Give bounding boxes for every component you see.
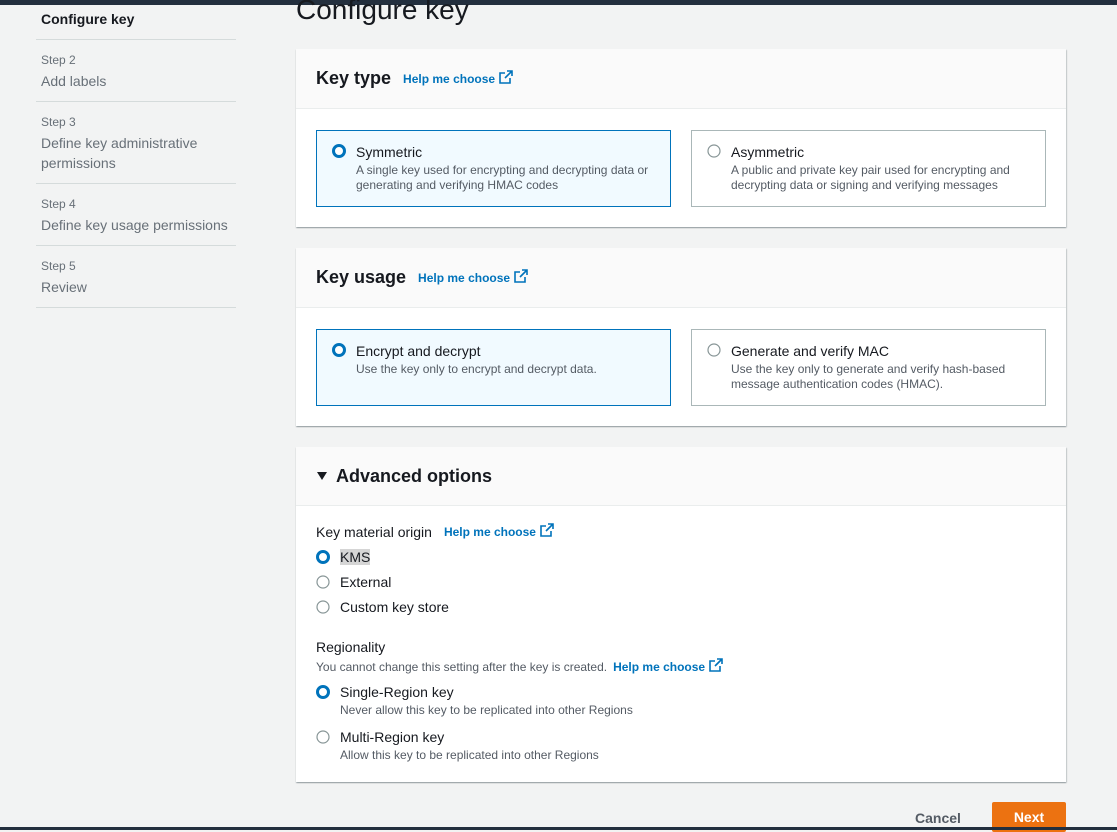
tile-label: Generate and verify MAC xyxy=(731,343,889,359)
tile-description: A public and private key pair used for e… xyxy=(731,163,1010,192)
origin-option-external[interactable]: External xyxy=(316,574,391,590)
option-description: Never allow this key to be replicated in… xyxy=(340,703,633,717)
tile-label: Asymmetric xyxy=(731,144,805,160)
radio-unselected-icon[interactable] xyxy=(707,343,721,357)
radio-selected-icon[interactable] xyxy=(332,144,346,158)
radio-selected-icon[interactable] xyxy=(332,343,346,357)
external-link-icon xyxy=(540,523,554,540)
radio-unselected-icon[interactable] xyxy=(316,730,330,744)
key-type-asymmetric-tile[interactable]: Asymmetric A public and private key pair… xyxy=(691,130,1046,207)
tile-description: Use the key only to encrypt and decrypt … xyxy=(356,362,597,376)
panel-header: Key type Help me choose xyxy=(296,49,1066,109)
panel-title: Key usage xyxy=(316,267,407,287)
help-link-label: Help me choose xyxy=(403,71,496,86)
key-type-symmetric-tile[interactable]: Symmetric A single key used for encrypti… xyxy=(316,130,671,207)
regionality-desc-text: You cannot change this setting after the… xyxy=(316,659,608,674)
option-label: Multi-Region key xyxy=(340,729,445,745)
external-link-icon xyxy=(709,658,723,675)
help-link-label: Help me choose xyxy=(443,524,536,539)
tile-description: A single key used for encrypting and dec… xyxy=(356,163,649,192)
panel-header: Key usage Help me choose xyxy=(296,248,1066,308)
step-3[interactable]: Step 3 Define key administrative permiss… xyxy=(36,102,236,184)
radio-unselected-icon[interactable] xyxy=(316,575,330,589)
tile-description: Use the key only to generate and verify … xyxy=(731,362,1006,391)
step-5[interactable]: Step 5 Review xyxy=(36,246,236,308)
option-description: Allow this key to be replicated into oth… xyxy=(340,748,599,762)
help-link-label: Help me choose xyxy=(613,659,706,674)
advanced-options-panel: Advanced options Key material origin Hel… xyxy=(296,447,1066,782)
step-title: Review xyxy=(41,279,87,295)
step-current-configure-key[interactable]: Configure key xyxy=(36,5,236,40)
step-number: Step 5 xyxy=(41,259,76,273)
radio-selected-icon[interactable] xyxy=(316,685,330,699)
key-usage-panel: Key usage Help me choose Encrypt and dec… xyxy=(296,248,1066,426)
panel-title: Key type xyxy=(316,68,392,88)
help-link-label: Help me choose xyxy=(418,270,511,285)
origin-option-kms[interactable]: KMS xyxy=(316,549,371,565)
region-option-single[interactable]: Single-Region key xyxy=(316,684,454,700)
regionality-description: You cannot change this setting after the… xyxy=(316,658,723,675)
wizard-steps-nav: Configure key Step 2 Add labels Step 3 D… xyxy=(36,5,236,308)
step-2[interactable]: Step 2 Add labels xyxy=(36,40,236,102)
external-link-icon xyxy=(499,70,513,87)
option-label: Custom key store xyxy=(340,599,449,615)
help-me-choose-link[interactable]: Help me choose xyxy=(403,70,513,87)
option-label: KMS xyxy=(340,549,371,565)
page-title: Configure key xyxy=(296,0,469,25)
option-label: External xyxy=(340,574,392,590)
step-number: Step 4 xyxy=(41,197,76,211)
radio-unselected-icon[interactable] xyxy=(316,600,330,614)
radio-selected-icon[interactable] xyxy=(316,550,330,564)
tile-label: Encrypt and decrypt xyxy=(356,343,481,359)
step-title: Define key administrative permissions xyxy=(41,135,198,171)
caret-down-icon[interactable] xyxy=(316,469,328,484)
step-number: Step 2 xyxy=(41,53,76,67)
key-material-origin-label: Key material origin xyxy=(316,523,432,540)
advanced-options-header[interactable]: Advanced options xyxy=(296,447,1066,506)
help-me-choose-link[interactable]: Help me choose xyxy=(444,523,554,540)
key-material-origin-field: Key material origin Help me choose xyxy=(316,523,554,540)
key-type-panel: Key type Help me choose Symmetric A sing… xyxy=(296,49,1066,227)
step-4[interactable]: Step 4 Define key usage permissions xyxy=(36,184,236,246)
region-option-multi[interactable]: Multi-Region key xyxy=(316,729,444,745)
panel-title: Advanced options xyxy=(336,465,493,486)
tile-label: Symmetric xyxy=(356,144,423,160)
step-title: Define key usage permissions xyxy=(41,217,228,233)
step-number: Step 3 xyxy=(41,115,76,129)
radio-unselected-icon[interactable] xyxy=(707,144,721,158)
origin-option-custom-key-store[interactable]: Custom key store xyxy=(316,599,449,615)
help-me-choose-link[interactable]: Help me choose xyxy=(418,269,528,286)
regionality-label: Regionality xyxy=(316,639,386,655)
external-link-icon xyxy=(514,269,528,286)
help-me-choose-link[interactable]: Help me choose xyxy=(613,658,723,675)
key-usage-generate-verify-mac-tile[interactable]: Generate and verify MAC Use the key only… xyxy=(691,329,1046,406)
step-title: Add labels xyxy=(41,73,107,89)
option-label: Single-Region key xyxy=(340,684,454,700)
key-usage-encrypt-decrypt-tile[interactable]: Encrypt and decrypt Use the key only to … xyxy=(316,329,671,406)
